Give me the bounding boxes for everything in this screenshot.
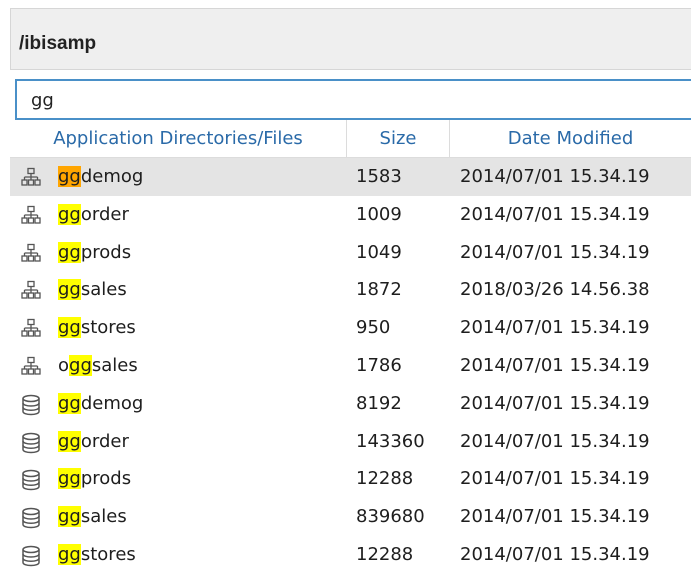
file-size: 1583	[356, 166, 402, 187]
database-icon	[20, 507, 42, 529]
match-highlight: gg	[58, 392, 81, 414]
file-size: 1872	[356, 279, 402, 301]
match-highlight: gg	[58, 317, 81, 339]
match-highlight: gg	[58, 241, 81, 263]
file-size: 143360	[356, 430, 425, 452]
file-name: ggstores	[58, 317, 136, 339]
file-size: 1786	[356, 354, 402, 376]
master-file-icon	[20, 205, 42, 227]
file-date: 2014/07/01 15.34.19	[460, 430, 650, 452]
file-name: ggorder	[58, 430, 129, 452]
table-header: Application Directories/Files Size Date …	[10, 120, 691, 158]
file-date: 2014/07/01 15.34.19	[460, 203, 650, 225]
file-date: 2014/07/01 15.34.19	[460, 506, 650, 528]
file-date: 2014/07/01 15.34.19	[460, 354, 650, 376]
name-prefix: o	[58, 354, 70, 376]
file-date: 2014/07/01 15.34.19	[460, 392, 650, 414]
match-highlight: gg	[58, 543, 81, 565]
file-date: 2014/07/01 15.34.19	[460, 543, 650, 565]
file-browser-panel: /ibisamp Application Directories/Files S…	[0, 0, 691, 582]
file-list: ggdemog 1583 2014/07/01 15.34.19 ggorder…	[10, 158, 691, 574]
master-file-icon	[20, 356, 42, 378]
file-row[interactable]: ggsales 1872 2018/03/26 14.56.38	[10, 271, 691, 309]
file-date: 2014/07/01 15.34.19	[460, 166, 650, 187]
name-suffix: order	[80, 203, 129, 225]
name-suffix: prods	[80, 468, 132, 490]
file-row[interactable]: ggorder 1009 2014/07/01 15.34.19	[10, 196, 691, 234]
name-suffix: order	[80, 430, 129, 452]
match-highlight: gg	[58, 166, 81, 187]
file-size: 12288	[356, 468, 414, 490]
file-size: 950	[356, 317, 391, 339]
file-row[interactable]: oggsales 1786 2014/07/01 15.34.19	[10, 347, 691, 385]
file-date: 2014/07/01 15.34.19	[460, 468, 650, 490]
file-date: 2014/07/01 15.34.19	[460, 317, 650, 339]
file-name: ggdemog	[58, 392, 144, 414]
file-date: 2018/03/26 14.56.38	[460, 279, 650, 301]
name-suffix: stores	[80, 317, 136, 339]
master-file-icon	[20, 243, 42, 265]
file-name: ggsales	[58, 506, 127, 528]
file-name: ggsales	[58, 279, 127, 301]
database-icon	[20, 394, 42, 416]
name-suffix: sales	[80, 506, 127, 528]
file-name: ggstores	[58, 543, 136, 565]
path-label: /ibisamp	[19, 33, 97, 54]
master-file-icon	[20, 167, 42, 189]
match-highlight: gg	[58, 203, 81, 225]
file-name: oggsales	[58, 354, 138, 376]
match-highlight: gg	[58, 506, 81, 528]
match-highlight: gg	[58, 468, 81, 490]
name-suffix: stores	[80, 543, 136, 565]
match-highlight: gg	[58, 430, 81, 452]
file-size: 12288	[356, 543, 414, 565]
name-suffix: sales	[80, 279, 127, 301]
file-date: 2014/07/01 15.34.19	[460, 241, 650, 263]
file-name: ggorder	[58, 203, 129, 225]
file-size: 839680	[356, 506, 425, 528]
path-bar: /ibisamp	[10, 8, 691, 70]
file-row[interactable]: ggorder 143360 2014/07/01 15.34.19	[10, 423, 691, 461]
file-row[interactable]: ggstores 950 2014/07/01 15.34.19	[10, 309, 691, 347]
name-suffix: demog	[80, 166, 144, 187]
search-input[interactable]	[31, 87, 671, 113]
file-name: ggprods	[58, 468, 132, 490]
database-icon	[20, 469, 42, 491]
file-row[interactable]: ggprods 12288 2014/07/01 15.34.19	[10, 460, 691, 498]
file-size: 8192	[356, 392, 402, 414]
file-row[interactable]: ggstores 12288 2014/07/01 15.34.19	[10, 536, 691, 574]
column-header-name[interactable]: Application Directories/Files	[10, 120, 347, 157]
column-header-size[interactable]: Size	[347, 120, 450, 157]
name-suffix: sales	[91, 354, 138, 376]
master-file-icon	[20, 280, 42, 302]
master-file-icon	[20, 318, 42, 340]
file-name: ggprods	[58, 241, 132, 263]
column-header-date[interactable]: Date Modified	[450, 120, 691, 157]
file-row[interactable]: ggdemog 1583 2014/07/01 15.34.19	[10, 158, 691, 196]
match-highlight: gg	[58, 279, 81, 301]
file-row[interactable]: ggsales 839680 2014/07/01 15.34.19	[10, 498, 691, 536]
database-icon	[20, 432, 42, 454]
file-row[interactable]: ggprods 1049 2014/07/01 15.34.19	[10, 234, 691, 272]
name-suffix: prods	[80, 241, 132, 263]
file-name: ggdemog	[58, 166, 143, 187]
file-size: 1009	[356, 203, 402, 225]
match-highlight: gg	[69, 354, 92, 376]
search-box[interactable]	[15, 79, 691, 120]
database-icon	[20, 545, 42, 567]
name-suffix: demog	[80, 392, 144, 414]
file-row[interactable]: ggdemog 8192 2014/07/01 15.34.19	[10, 385, 691, 423]
file-size: 1049	[356, 241, 402, 263]
